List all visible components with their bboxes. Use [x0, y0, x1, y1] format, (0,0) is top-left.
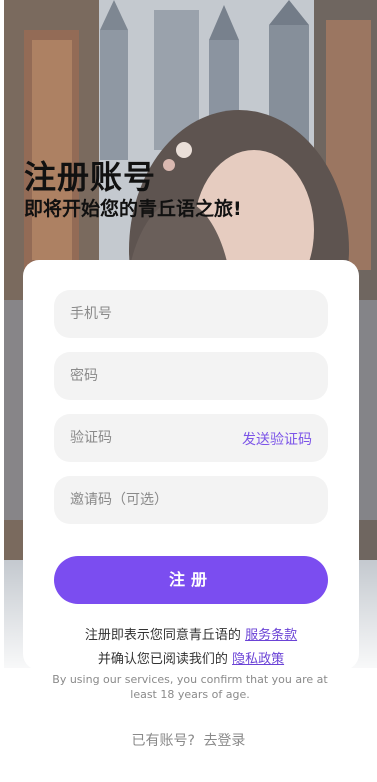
- privacy-link[interactable]: 隐私政策: [232, 652, 284, 667]
- login-prompt: 已有账号? 去登录: [0, 730, 377, 750]
- privacy-prefix: 并确认您已阅读我们的: [97, 652, 228, 667]
- send-code-button[interactable]: 发送验证码: [242, 429, 312, 449]
- phone-field: [54, 290, 328, 338]
- has-account-text: 已有账号?: [131, 733, 195, 749]
- invite-code-field: [54, 476, 328, 524]
- invite-code-input[interactable]: [54, 476, 328, 524]
- page-title: 注册账号: [24, 158, 157, 196]
- page-subtitle: 即将开始您的青丘语之旅!: [24, 198, 242, 220]
- register-card: 发送验证码 注册 注册即表示您同意青丘语的 服务条款 并确认您已阅读我们的 隐私…: [23, 260, 359, 670]
- password-field: [54, 352, 328, 400]
- password-input[interactable]: [54, 352, 328, 400]
- phone-input[interactable]: [54, 290, 328, 338]
- terms-line: 注册即表示您同意青丘语的 服务条款: [23, 624, 359, 643]
- verification-code-field: 发送验证码: [54, 414, 328, 462]
- terms-prefix: 注册即表示您同意青丘语的: [84, 628, 241, 643]
- terms-link[interactable]: 服务条款: [245, 628, 297, 643]
- age-notice: By using our services, you confirm that …: [52, 673, 328, 701]
- privacy-line: 并确认您已阅读我们的 隐私政策: [23, 648, 359, 667]
- login-link[interactable]: 去登录: [203, 733, 245, 749]
- register-button[interactable]: 注册: [54, 556, 328, 604]
